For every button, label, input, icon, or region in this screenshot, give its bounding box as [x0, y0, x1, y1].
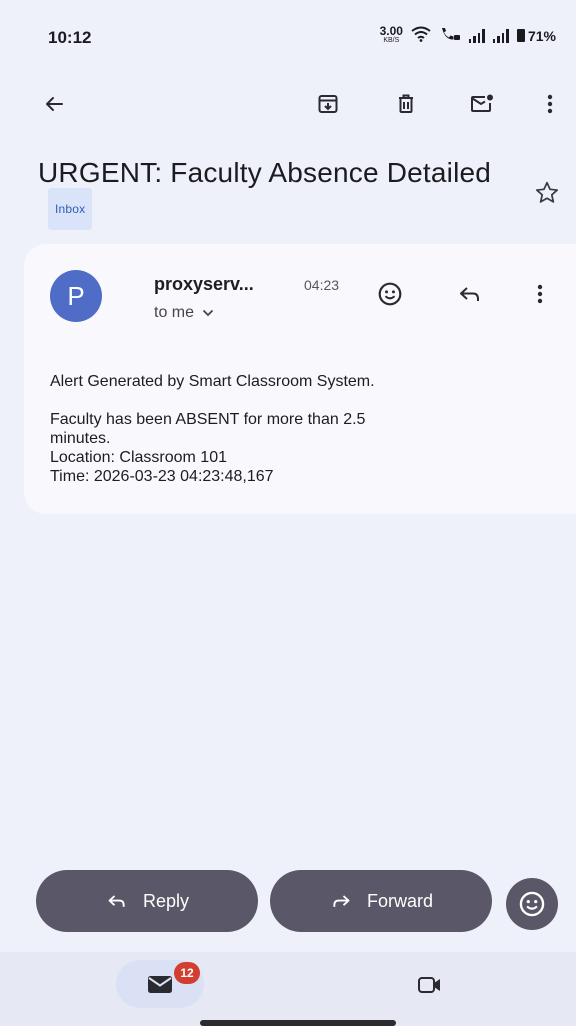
battery-indicator: 71% — [516, 27, 556, 44]
mark-unread-icon — [471, 94, 493, 112]
back-button[interactable] — [36, 86, 72, 122]
body-line: Alert Generated by Smart Classroom Syste… — [50, 373, 375, 390]
mail-icon — [148, 976, 172, 993]
network-speed-unit: KB/S — [383, 36, 400, 44]
emoji-icon — [378, 282, 402, 306]
reply-button[interactable]: Reply — [36, 870, 258, 932]
star-button[interactable] — [532, 178, 562, 208]
message-more-button[interactable] — [522, 276, 558, 312]
forward-button[interactable]: Forward — [270, 870, 492, 932]
home-indicator[interactable] — [200, 1020, 396, 1026]
nav-meet-tab[interactable] — [410, 970, 450, 1000]
more-vert-icon — [537, 284, 543, 304]
status-icons: 3.00 KB/S 71% — [379, 23, 556, 45]
unread-count-badge: 12 — [174, 962, 200, 984]
forward-label: Forward — [366, 890, 433, 911]
recipient-details-toggle[interactable]: to me — [154, 304, 214, 322]
star-icon — [535, 181, 559, 203]
message-time: 04:23 — [304, 277, 340, 293]
forward-icon — [333, 895, 350, 907]
network-speed-value: 3.00 — [379, 23, 403, 38]
status-time: 10:12 — [48, 28, 92, 47]
react-button[interactable] — [506, 878, 558, 930]
body-line: minutes. — [50, 430, 111, 447]
reply-icon — [108, 895, 125, 907]
add-reaction-button[interactable] — [372, 276, 408, 312]
mark-unread-button[interactable] — [464, 86, 500, 122]
bottom-nav — [0, 952, 576, 1026]
wifi-icon — [411, 26, 431, 45]
sender-avatar[interactable]: P — [50, 270, 102, 322]
network-speed: 3.00 KB/S — [379, 23, 403, 45]
sender-name[interactable]: proxyserv... — [154, 274, 254, 295]
battery-icon — [516, 29, 525, 42]
signal-icon-2 — [492, 28, 509, 43]
wifi-calling-icon — [439, 26, 461, 45]
emoji-icon — [519, 891, 545, 917]
body-line: Time: 2026-03-23 04:23:48,167 — [50, 468, 274, 485]
more-vert-icon — [547, 94, 553, 114]
more-options-button[interactable] — [532, 86, 568, 122]
chevron-down-icon — [202, 309, 214, 317]
inbox-label[interactable]: Inbox — [48, 188, 93, 230]
delete-button[interactable] — [388, 86, 424, 122]
status-bar: 10:12 3.00 KB/S 71% — [0, 0, 576, 76]
message-card: P proxyserv... 04:23 to me Alert Generat… — [24, 244, 576, 514]
email-subject: URGENT: Faculty Absence DetailedInbox — [38, 154, 498, 234]
body-line: Location: Classroom 101 — [50, 449, 227, 466]
signal-icon — [468, 28, 485, 43]
body-line: Faculty has been ABSENT for more than 2.… — [50, 411, 366, 428]
archive-icon — [318, 95, 338, 113]
top-toolbar — [0, 76, 576, 132]
reply-icon — [460, 287, 479, 301]
reply-icon-button[interactable] — [452, 276, 488, 312]
back-arrow-icon — [46, 97, 63, 111]
recipient-text: to me — [154, 304, 195, 321]
video-camera-icon — [418, 977, 440, 993]
reply-label: Reply — [142, 890, 190, 911]
message-body: Alert Generated by Smart Classroom Syste… — [50, 372, 550, 486]
delete-icon — [399, 94, 413, 113]
archive-button[interactable] — [310, 86, 346, 122]
email-subject-text: URGENT: Faculty Absence Detailed — [38, 157, 492, 188]
email-header: URGENT: Faculty Absence DetailedInbox — [38, 154, 498, 234]
battery-level: 71% — [527, 27, 556, 44]
